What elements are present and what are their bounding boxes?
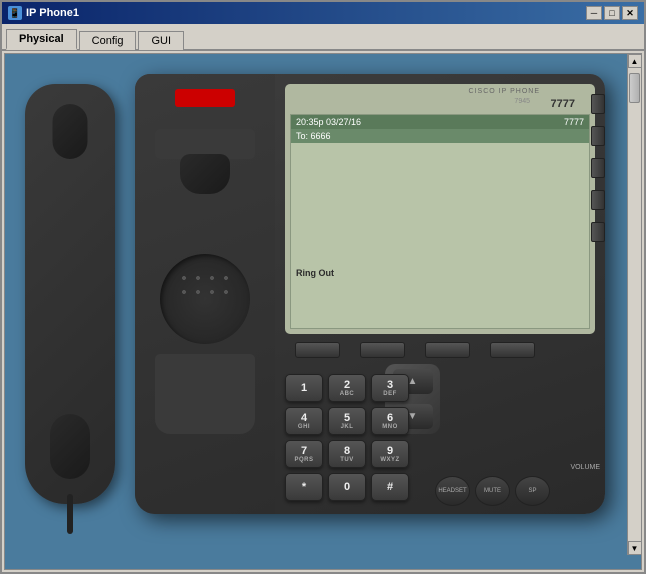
indicator-light (175, 89, 235, 107)
phone-body: CISCO IP PHONE 7945 7777 20:35p 03/27/16… (135, 74, 605, 514)
side-btn-1[interactable] (591, 94, 605, 114)
hms-row: HEADSET MUTE SP (435, 476, 600, 506)
screen-time: 20:35p 03/27/16 (296, 117, 361, 127)
tab-physical[interactable]: Physical (6, 29, 77, 50)
close-button[interactable]: ✕ (622, 6, 638, 20)
screen-time-bar: 20:35p 03/27/16 7777 (291, 115, 589, 129)
phone-screen: 20:35p 03/27/16 7777 To: 6666 Ring Out (290, 114, 590, 329)
key-hash[interactable]: # (371, 473, 409, 501)
key-0[interactable]: 0 (328, 473, 366, 501)
title-bar: 📱 IP Phone1 ─ □ ✕ (2, 2, 644, 24)
softkey-4[interactable] (490, 342, 535, 358)
cradle-hook (180, 154, 230, 194)
headset-button[interactable]: HEADSET (435, 476, 470, 506)
handset-mouthpiece (50, 414, 90, 479)
key-6[interactable]: 6 MNO (371, 407, 409, 435)
scroll-thumb-v[interactable] (629, 73, 640, 103)
key-8[interactable]: 8 TUV (328, 440, 366, 468)
title-controls: ─ □ ✕ (586, 6, 638, 20)
handset (25, 84, 115, 504)
scroll-up-button[interactable]: ▲ (628, 54, 642, 68)
content-area: ▲ ▼ ◄ ► (4, 53, 642, 570)
phone-right: CISCO IP PHONE 7945 7777 20:35p 03/27/16… (275, 74, 605, 514)
key-1[interactable]: 1 (285, 374, 323, 402)
screen-status: Ring Out (296, 268, 334, 278)
phone-viewport: CISCO IP PHONE 7945 7777 20:35p 03/27/16… (5, 54, 641, 569)
maximize-button[interactable]: □ (604, 6, 620, 20)
tab-gui[interactable]: GUI (138, 31, 184, 50)
speaker-grille (170, 264, 240, 334)
screen-main-area: Ring Out (291, 143, 589, 283)
scroll-down-button[interactable]: ▼ (628, 541, 642, 555)
model-label: 7945 (514, 98, 530, 105)
cradle (135, 74, 275, 514)
vertical-scrollbar: ▲ ▼ (627, 54, 641, 555)
minimize-button[interactable]: ─ (586, 6, 602, 20)
softkey-1[interactable] (295, 342, 340, 358)
key-7[interactable]: 7 PQRS (285, 440, 323, 468)
key-5[interactable]: 5 JKL (328, 407, 366, 435)
screen-side-buttons (591, 94, 605, 242)
side-btn-4[interactable] (591, 190, 605, 210)
scroll-track-v (628, 68, 641, 541)
keypad: 1 2 ABC 3 DEF 4 (285, 374, 409, 501)
screen-to-field: To: 6666 (291, 129, 589, 143)
main-window: 📱 IP Phone1 ─ □ ✕ Physical Config GUI ▲ (0, 0, 646, 574)
cradle-pad-bottom (155, 354, 255, 434)
screen-housing: CISCO IP PHONE 7945 7777 20:35p 03/27/16… (285, 84, 595, 334)
handset-earpiece (53, 104, 88, 159)
softkey-2[interactable] (360, 342, 405, 358)
brand-label: CISCO IP PHONE (469, 88, 540, 95)
extension-label: 7777 (551, 98, 575, 110)
key-4[interactable]: 4 GHI (285, 407, 323, 435)
handset-cord (67, 494, 73, 534)
key-star[interactable]: * (285, 473, 323, 501)
volume-label: VOLUME (435, 464, 600, 471)
cradle-speaker (160, 254, 250, 344)
key-2[interactable]: 2 ABC (328, 374, 366, 402)
window-title: IP Phone1 (26, 7, 79, 19)
title-bar-left: 📱 IP Phone1 (8, 6, 79, 20)
side-btn-2[interactable] (591, 126, 605, 146)
mute-button[interactable]: MUTE (475, 476, 510, 506)
side-btn-5[interactable] (591, 222, 605, 242)
speaker-button[interactable]: SP (515, 476, 550, 506)
app-icon: 📱 (8, 6, 22, 20)
softkey-3[interactable] (425, 342, 470, 358)
key-3[interactable]: 3 DEF (371, 374, 409, 402)
screen-ext: 7777 (564, 117, 584, 127)
key-9[interactable]: 9 WXYZ (371, 440, 409, 468)
tab-bar: Physical Config GUI (2, 24, 644, 51)
softkeys-row (285, 342, 545, 358)
tab-config[interactable]: Config (79, 31, 137, 50)
phone-scene: CISCO IP PHONE 7945 7777 20:35p 03/27/16… (5, 54, 625, 544)
bottom-controls: VOLUME HEADSET MUTE SP (435, 464, 600, 506)
side-btn-3[interactable] (591, 158, 605, 178)
